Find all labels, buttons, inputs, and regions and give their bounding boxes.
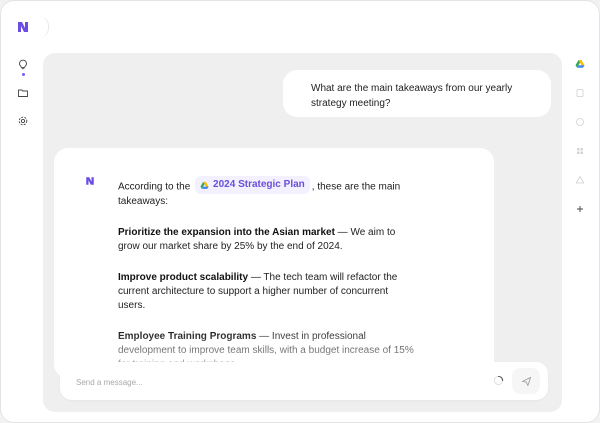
- takeaway-title: Prioritize the expansion into the Asian …: [118, 226, 335, 238]
- send-icon: [521, 376, 531, 386]
- google-drive-icon: [575, 60, 585, 68]
- left-rail: [12, 54, 34, 138]
- source-chip-label: 2024 Strategic Plan: [213, 179, 305, 190]
- right-rail: [569, 53, 591, 227]
- circle-icon: [576, 118, 584, 126]
- source-chip[interactable]: 2024 Strategic Plan: [195, 176, 310, 194]
- app-logo-icon[interactable]: [15, 19, 31, 35]
- source-grid-button[interactable]: [569, 140, 591, 162]
- nav-files-button[interactable]: [12, 82, 34, 104]
- triangle-drive-icon: [575, 175, 585, 184]
- assistant-avatar-icon: [86, 177, 94, 185]
- takeaway-title: Improve product scalability: [118, 271, 249, 283]
- folder-icon: [18, 89, 28, 97]
- message-input[interactable]: [74, 372, 458, 392]
- message-composer: [60, 362, 548, 400]
- assistant-message-text: According to the 2024 Strategic Plan , t…: [118, 176, 418, 372]
- nav-ideas-button[interactable]: [12, 54, 34, 76]
- intro-prefix: According to the: [118, 181, 191, 193]
- gear-icon: [18, 116, 28, 126]
- chat-area: What are the main takeaways from our yea…: [43, 53, 562, 412]
- send-button[interactable]: [512, 368, 540, 394]
- google-drive-icon: [200, 181, 209, 189]
- source-google-drive-button[interactable]: [569, 53, 591, 75]
- source-drive-outline-button[interactable]: [569, 169, 591, 191]
- assistant-message-bubble: According to the 2024 Strategic Plan , t…: [54, 148, 494, 378]
- app-window: What are the main takeaways from our yea…: [0, 0, 600, 423]
- grid-icon: [577, 148, 583, 154]
- user-message-text: What are the main takeaways from our yea…: [311, 83, 513, 109]
- lightbulb-icon: [19, 59, 27, 70]
- takeaway-item: Improve product scalability — The tech t…: [118, 271, 418, 313]
- add-source-button[interactable]: [569, 198, 591, 220]
- intro-suffix: , these are the: [311, 181, 376, 193]
- takeaway-title: Employee Training Programs: [118, 330, 257, 342]
- assistant-intro: According to the 2024 Strategic Plan , t…: [118, 176, 418, 209]
- document-icon: [576, 89, 584, 97]
- plus-icon: [577, 206, 583, 212]
- source-circle-button[interactable]: [569, 111, 591, 133]
- user-message-bubble: What are the main takeaways from our yea…: [283, 70, 551, 117]
- nav-settings-button[interactable]: [12, 110, 34, 132]
- loading-spinner-icon: [493, 375, 504, 386]
- source-docs-button[interactable]: [569, 82, 591, 104]
- takeaway-item: Prioritize the expansion into the Asian …: [118, 226, 418, 254]
- collapse-handle[interactable]: [38, 16, 49, 38]
